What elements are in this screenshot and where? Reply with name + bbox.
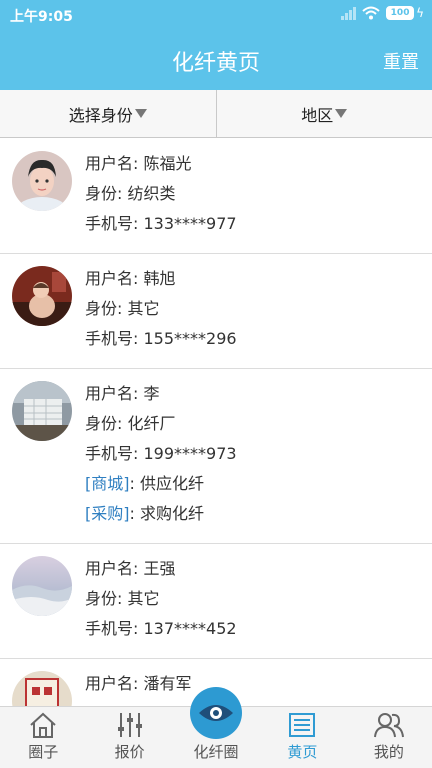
shop-text: : 供应化纤 bbox=[129, 474, 204, 493]
phone-value: 155****296 bbox=[143, 329, 237, 348]
tab-mine[interactable]: 我的 bbox=[346, 707, 432, 768]
identity-label: 身份: bbox=[85, 184, 128, 203]
page-title: 化纤黄页 bbox=[171, 51, 260, 76]
status-bar: 上午9:05 100 ϟ bbox=[0, 0, 432, 30]
dropdown-arrow-icon bbox=[335, 109, 348, 118]
username-value: 王强 bbox=[143, 559, 176, 578]
purchase-line: [采购]: 求购化纤 bbox=[85, 499, 432, 529]
identity-line: 身份: 化纤厂 bbox=[85, 409, 432, 439]
username-label: 用户名: bbox=[85, 674, 144, 693]
username-line: 用户名: 潘有军 bbox=[85, 669, 432, 699]
eye-icon bbox=[199, 705, 233, 721]
username-line: 用户名: 韩旭 bbox=[85, 264, 432, 294]
users-icon bbox=[373, 713, 404, 738]
username-value: 韩旭 bbox=[143, 269, 176, 288]
user-info: 用户名: 韩旭 身份: 其它 手机号: 155****296 bbox=[85, 264, 432, 354]
dropdown-arrow-icon bbox=[134, 109, 147, 118]
shop-line: [商城]: 供应化纤 bbox=[85, 469, 432, 499]
list-item[interactable]: 用户名: 韩旭 身份: 其它 手机号: 155****296 bbox=[0, 254, 432, 369]
identity-label: 身份: bbox=[85, 414, 128, 433]
identity-filter-dropdown[interactable]: 选择身份 bbox=[0, 90, 216, 137]
username-value: 李 bbox=[143, 384, 160, 403]
identity-label: 身份: bbox=[85, 589, 128, 608]
avatar bbox=[12, 381, 72, 441]
phone-line: 手机号: 137****452 bbox=[85, 614, 432, 644]
identity-value: 化纤厂 bbox=[127, 414, 176, 433]
identity-value: 其它 bbox=[127, 299, 160, 318]
phone-label: 手机号: bbox=[85, 619, 144, 638]
tab-quote[interactable]: 报价 bbox=[86, 707, 172, 768]
status-icons: 100 ϟ bbox=[341, 6, 424, 20]
purchase-tag-link[interactable]: [采购] bbox=[85, 504, 130, 523]
phone-value: 133****977 bbox=[143, 214, 237, 233]
avatar bbox=[12, 151, 72, 211]
avatar bbox=[12, 556, 72, 616]
username-label: 用户名: bbox=[85, 384, 144, 403]
avatar bbox=[12, 266, 72, 326]
tab-label: 黄页 bbox=[287, 743, 318, 761]
username-line: 用户名: 王强 bbox=[85, 554, 432, 584]
charging-icon: ϟ bbox=[416, 6, 424, 20]
avatar bbox=[12, 671, 72, 706]
identity-line: 身份: 其它 bbox=[85, 584, 432, 614]
identity-value: 其它 bbox=[127, 589, 160, 608]
tab-label: 报价 bbox=[114, 743, 145, 761]
tab-yellow-pages[interactable]: 黄页 bbox=[259, 707, 345, 768]
phone-value: 137****452 bbox=[143, 619, 237, 638]
list-item[interactable]: 用户名: 李 身份: 化纤厂 手机号: 199****973 [商城]: 供应化… bbox=[0, 369, 432, 544]
region-filter-dropdown[interactable]: 地区 bbox=[215, 90, 432, 137]
filter-bar: 选择身份 地区 bbox=[0, 90, 432, 138]
phone-label: 手机号: bbox=[85, 444, 144, 463]
reset-button[interactable]: 重置 bbox=[383, 48, 419, 74]
list-item[interactable]: 用户名: 陈福光 身份: 纺织类 手机号: 133****977 bbox=[0, 139, 432, 254]
tab-label: 化纤圈 bbox=[193, 743, 239, 761]
user-info: 用户名: 王强 身份: 其它 手机号: 137****452 bbox=[85, 554, 432, 644]
user-info: 用户名: 陈福光 身份: 纺织类 手机号: 133****977 bbox=[85, 149, 432, 239]
username-line: 用户名: 李 bbox=[85, 379, 432, 409]
signal-icon bbox=[341, 6, 357, 20]
battery-icon: 100 ϟ bbox=[386, 6, 424, 20]
fiber-circle-center-button[interactable] bbox=[190, 687, 242, 739]
battery-level: 100 bbox=[386, 6, 415, 20]
list-icon bbox=[289, 713, 316, 737]
identity-value: 纺织类 bbox=[127, 184, 176, 203]
identity-line: 身份: 其它 bbox=[85, 294, 432, 324]
identity-label: 身份: bbox=[85, 299, 128, 318]
identity-filter-label: 选择身份 bbox=[68, 105, 133, 125]
user-list: 用户名: 陈福光 身份: 纺织类 手机号: 133****977 用户名: 韩旭… bbox=[0, 139, 432, 706]
sliders-icon bbox=[117, 713, 142, 737]
phone-label: 手机号: bbox=[85, 329, 144, 348]
home-icon bbox=[30, 712, 56, 738]
status-time: 上午9:05 bbox=[10, 9, 73, 25]
list-item[interactable]: 用户名: 王强 身份: 其它 手机号: 137****452 bbox=[0, 544, 432, 659]
phone-line: 手机号: 155****296 bbox=[85, 324, 432, 354]
tab-label: 我的 bbox=[373, 743, 404, 761]
user-info: 用户名: 潘有军 bbox=[85, 669, 432, 699]
identity-line: 身份: 纺织类 bbox=[85, 179, 432, 209]
region-filter-label: 地区 bbox=[301, 105, 334, 125]
username-value: 陈福光 bbox=[143, 154, 192, 173]
shop-tag-link[interactable]: [商城] bbox=[85, 474, 130, 493]
username-value: 潘有军 bbox=[143, 674, 192, 693]
tab-circle[interactable]: 圈子 bbox=[0, 707, 86, 768]
tab-label: 圈子 bbox=[28, 743, 59, 761]
phone-line: 手机号: 199****973 bbox=[85, 439, 432, 469]
phone-label: 手机号: bbox=[85, 214, 144, 233]
username-label: 用户名: bbox=[85, 154, 144, 173]
username-line: 用户名: 陈福光 bbox=[85, 149, 432, 179]
user-info: 用户名: 李 身份: 化纤厂 手机号: 199****973 [商城]: 供应化… bbox=[85, 379, 432, 529]
username-label: 用户名: bbox=[85, 269, 144, 288]
phone-line: 手机号: 133****977 bbox=[85, 209, 432, 239]
wifi-icon bbox=[362, 6, 380, 20]
phone-value: 199****973 bbox=[143, 444, 237, 463]
purchase-text: : 求购化纤 bbox=[129, 504, 204, 523]
username-label: 用户名: bbox=[85, 559, 144, 578]
title-bar: 化纤黄页 重置 bbox=[0, 30, 432, 90]
